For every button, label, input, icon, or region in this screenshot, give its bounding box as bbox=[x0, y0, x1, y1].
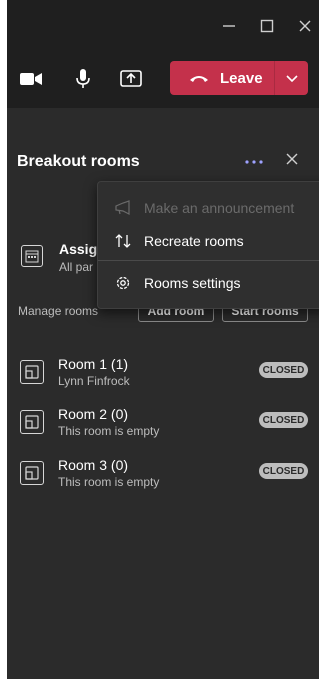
phone-hangup-icon bbox=[190, 76, 208, 82]
leave-options-button[interactable] bbox=[275, 61, 308, 95]
assign-subtitle: All par bbox=[59, 260, 94, 274]
more-options-menu: Make an announcement Recreate rooms Room… bbox=[97, 181, 319, 309]
room-members: This room is empty bbox=[58, 424, 160, 438]
assign-calendar-icon bbox=[21, 245, 43, 267]
chevron-down-icon bbox=[285, 75, 298, 83]
menu-item-label: Make an announcement bbox=[144, 200, 295, 216]
leave-label: Leave bbox=[220, 69, 263, 87]
leave-button-group: Leave bbox=[170, 61, 308, 95]
megaphone-icon bbox=[114, 199, 132, 217]
status-badge: CLOSED bbox=[259, 463, 308, 479]
menu-item-label: Recreate rooms bbox=[144, 233, 244, 249]
microphone-icon bbox=[76, 69, 90, 88]
room-icon bbox=[20, 410, 44, 434]
close-window-button[interactable] bbox=[293, 14, 317, 38]
room-list-item[interactable]: Room 3 (0) This room is empty CLOSED bbox=[7, 457, 319, 497]
room-members: This room is empty bbox=[58, 475, 160, 489]
share-screen-icon bbox=[120, 70, 142, 87]
menu-item-label: Rooms settings bbox=[144, 275, 241, 291]
recreate-arrows-icon bbox=[114, 232, 132, 250]
teams-window: Leave Breakout rooms Assign All par Mana… bbox=[7, 0, 319, 679]
room-members: Lynn Finfrock bbox=[58, 374, 130, 388]
menu-item-rooms-settings[interactable]: Rooms settings bbox=[98, 266, 319, 300]
status-badge: CLOSED bbox=[259, 412, 308, 428]
camera-icon bbox=[20, 73, 42, 85]
room-name: Room 3 (0) bbox=[58, 457, 129, 473]
title-bar bbox=[7, 0, 319, 50]
room-name: Room 2 (0) bbox=[58, 406, 129, 422]
microphone-button[interactable] bbox=[69, 66, 97, 92]
room-name: Room 1 (1) bbox=[58, 356, 129, 372]
room-icon bbox=[20, 360, 44, 384]
status-badge: CLOSED bbox=[259, 362, 308, 378]
close-icon bbox=[299, 20, 311, 32]
menu-item-make-announcement: Make an announcement bbox=[98, 191, 319, 225]
meeting-toolbar: Leave bbox=[7, 50, 319, 108]
more-options-button[interactable] bbox=[244, 152, 264, 172]
room-list-item[interactable]: Room 2 (0) This room is empty CLOSED bbox=[7, 406, 319, 446]
minimize-icon bbox=[223, 25, 235, 27]
share-screen-button[interactable] bbox=[117, 66, 145, 92]
more-dots-icon bbox=[245, 160, 263, 164]
gear-icon bbox=[114, 274, 132, 292]
minimize-button[interactable] bbox=[217, 14, 241, 38]
manage-rooms-label: Manage rooms bbox=[18, 304, 99, 318]
camera-button[interactable] bbox=[17, 66, 45, 92]
leave-button[interactable]: Leave bbox=[170, 61, 274, 95]
room-icon bbox=[20, 461, 44, 485]
panel-title: Breakout rooms bbox=[17, 153, 140, 170]
menu-divider bbox=[98, 260, 319, 261]
menu-item-recreate-rooms[interactable]: Recreate rooms bbox=[98, 224, 319, 258]
maximize-button[interactable] bbox=[255, 14, 279, 38]
maximize-icon bbox=[260, 19, 274, 33]
room-list-item[interactable]: Room 1 (1) Lynn Finfrock CLOSED bbox=[7, 356, 319, 396]
close-panel-button[interactable] bbox=[285, 150, 305, 170]
close-icon bbox=[286, 153, 298, 165]
